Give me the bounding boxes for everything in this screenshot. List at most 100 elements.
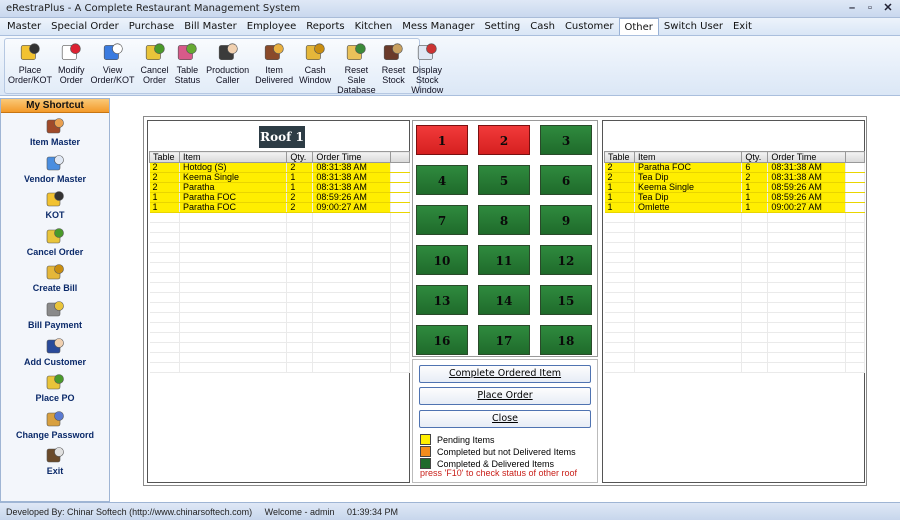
menu-setting[interactable]: Setting [479,18,525,35]
table-row[interactable]: 2 Keema Single 1 08:31:38 AM [149,172,410,183]
table-row[interactable]: 2 Paratha 1 08:31:38 AM [149,182,410,193]
cell-spacer [845,182,865,193]
ribbon-cash-window-button[interactable]: Cash Window [296,39,334,93]
menu-special-order[interactable]: Special Order [46,18,124,35]
ribbon-view-order-button[interactable]: View Order/KOT [88,39,138,93]
ribbon-label: View Order/KOT [90,65,135,85]
column-header[interactable]: Order Time [767,151,847,163]
column-header[interactable]: Item [633,151,743,163]
menu-reports[interactable]: Reports [301,18,349,35]
minimize-button[interactable]: – [844,1,860,15]
column-header[interactable]: Table [149,151,180,163]
shortcut-place-po[interactable]: Place PO [1,369,109,406]
table-7-button[interactable]: 7 [416,205,468,235]
ribbon-place-order-button[interactable]: Place Order/KOT [5,39,55,93]
shortcut-exit[interactable]: Exit [1,442,109,479]
menu-cash[interactable]: Cash [525,18,560,35]
column-header[interactable]: Qty. [286,151,314,163]
place-order-button[interactable]: Place Order [419,387,591,405]
table-row[interactable]: 2 Paratha FOC 6 08:31:38 AM [604,162,865,173]
table-9-button[interactable]: 9 [540,205,592,235]
ribbon-reset-sale-button[interactable]: Reset Sale Database [334,39,379,95]
ribbon-production-caller-button[interactable]: Production Caller [203,39,252,93]
table-row[interactable]: 1 Paratha FOC 2 08:59:26 AM [149,192,410,203]
empty-row [149,232,410,243]
shortcut-vendor-master[interactable]: Vendor Master [1,150,109,187]
cell-table: 1 [604,182,635,193]
cell-time: 09:00:27 AM [312,202,392,213]
ribbon-item-delivered-button[interactable]: Item Delivered [252,39,296,93]
cell-item: Paratha FOC [634,162,743,173]
empty-row [604,272,865,283]
empty-row [149,332,410,343]
close-window-button[interactable]: ✕ [880,1,896,15]
ribbon-label: Cancel Order [140,65,169,85]
table-16-button[interactable]: 16 [416,325,468,355]
table-row[interactable]: 1 Omlette 1 09:00:27 AM [604,202,865,213]
ribbon-cancel-order-button[interactable]: Cancel Order [138,39,172,93]
shortcut-bill-payment[interactable]: Bill Payment [1,296,109,333]
table-5-button[interactable]: 5 [478,165,530,195]
menu-bill-master[interactable]: Bill Master [179,18,242,35]
table-11-button[interactable]: 11 [478,245,530,275]
menu-switch-user[interactable]: Switch User [659,18,728,35]
table-14-button[interactable]: 14 [478,285,530,315]
table-row[interactable]: 2 Tea Dip 2 08:31:38 AM [604,172,865,183]
table-row[interactable]: 1 Keema Single 1 08:59:26 AM [604,182,865,193]
orders-grid-left[interactable]: Table Item Qty. Order Time 2 Hotdog (S) 2 0… [149,151,410,373]
cell-qty: 2 [286,162,314,173]
table-12-button[interactable]: 12 [540,245,592,275]
column-header[interactable]: Item [178,151,288,163]
table-1-button[interactable]: 1 [416,125,468,155]
shortcut-create-bill[interactable]: Create Bill [1,259,109,296]
empty-row [604,342,865,353]
cell-time: 08:31:38 AM [312,172,392,183]
table-6-button[interactable]: 6 [540,165,592,195]
shortcut-add-customer[interactable]: Add Customer [1,333,109,370]
cell-table: 2 [604,162,635,173]
table-18-button[interactable]: 18 [540,325,592,355]
cell-time: 08:59:26 AM [767,182,847,193]
main-area: Roof 1 Table Item Qty. Order Time 2 Hotdog … [110,98,900,502]
empty-row [149,302,410,313]
shortcut-label: Cancel Order [26,246,84,257]
menu-other[interactable]: Other [618,18,659,35]
menu-exit[interactable]: Exit [728,18,757,35]
shortcut-kot[interactable]: KOT [1,186,109,223]
table-15-button[interactable]: 15 [540,285,592,315]
column-header[interactable]: Order Time [312,151,392,163]
table-17-button[interactable]: 17 [478,325,530,355]
ribbon-modify-order-button[interactable]: Modify Order [55,39,88,93]
table-row[interactable]: 2 Hotdog (S) 2 08:31:38 AM [149,162,410,173]
bill-payment-icon [45,299,65,319]
ribbon-reset-stock-button[interactable]: Reset Stock [379,39,409,93]
empty-row [149,252,410,263]
shortcut-change-password[interactable]: Change Password [1,406,109,443]
menu-master[interactable]: Master [2,18,46,35]
column-header[interactable]: Table [604,151,635,163]
complete-ordered-item-button[interactable]: Complete Ordered Item [419,365,591,383]
table-row[interactable]: 1 Paratha FOC 2 09:00:27 AM [149,202,410,213]
table-3-button[interactable]: 3 [540,125,592,155]
column-header[interactable]: Qty. [741,151,769,163]
shortcut-item-master[interactable]: Item Master [1,113,109,150]
table-10-button[interactable]: 10 [416,245,468,275]
close-button[interactable]: Close [419,410,591,428]
menu-mess-manager[interactable]: Mess Manager [397,18,479,35]
table-row[interactable]: 1 Tea Dip 1 08:59:26 AM [604,192,865,203]
restore-button[interactable]: ▫ [862,1,878,15]
orders-grid-right[interactable]: Table Item Qty. Order Time 2 Paratha FOC 6 … [604,151,865,373]
table-8-button[interactable]: 8 [478,205,530,235]
table-4-button[interactable]: 4 [416,165,468,195]
menu-employee[interactable]: Employee [242,18,302,35]
menu-purchase[interactable]: Purchase [124,18,179,35]
reset-sale-icon [345,41,367,63]
table-13-button[interactable]: 13 [416,285,468,315]
table-2-button[interactable]: 2 [478,125,530,155]
menu-kitchen[interactable]: Kitchen [350,18,398,35]
shortcut-cancel-order[interactable]: Cancel Order [1,223,109,260]
shortcut-label: Vendor Master [23,173,87,184]
menu-customer[interactable]: Customer [560,18,619,35]
ribbon-table-status-button[interactable]: Table Status [172,39,204,93]
ribbon-display-stock-button[interactable]: Display Stock Window [408,39,446,95]
